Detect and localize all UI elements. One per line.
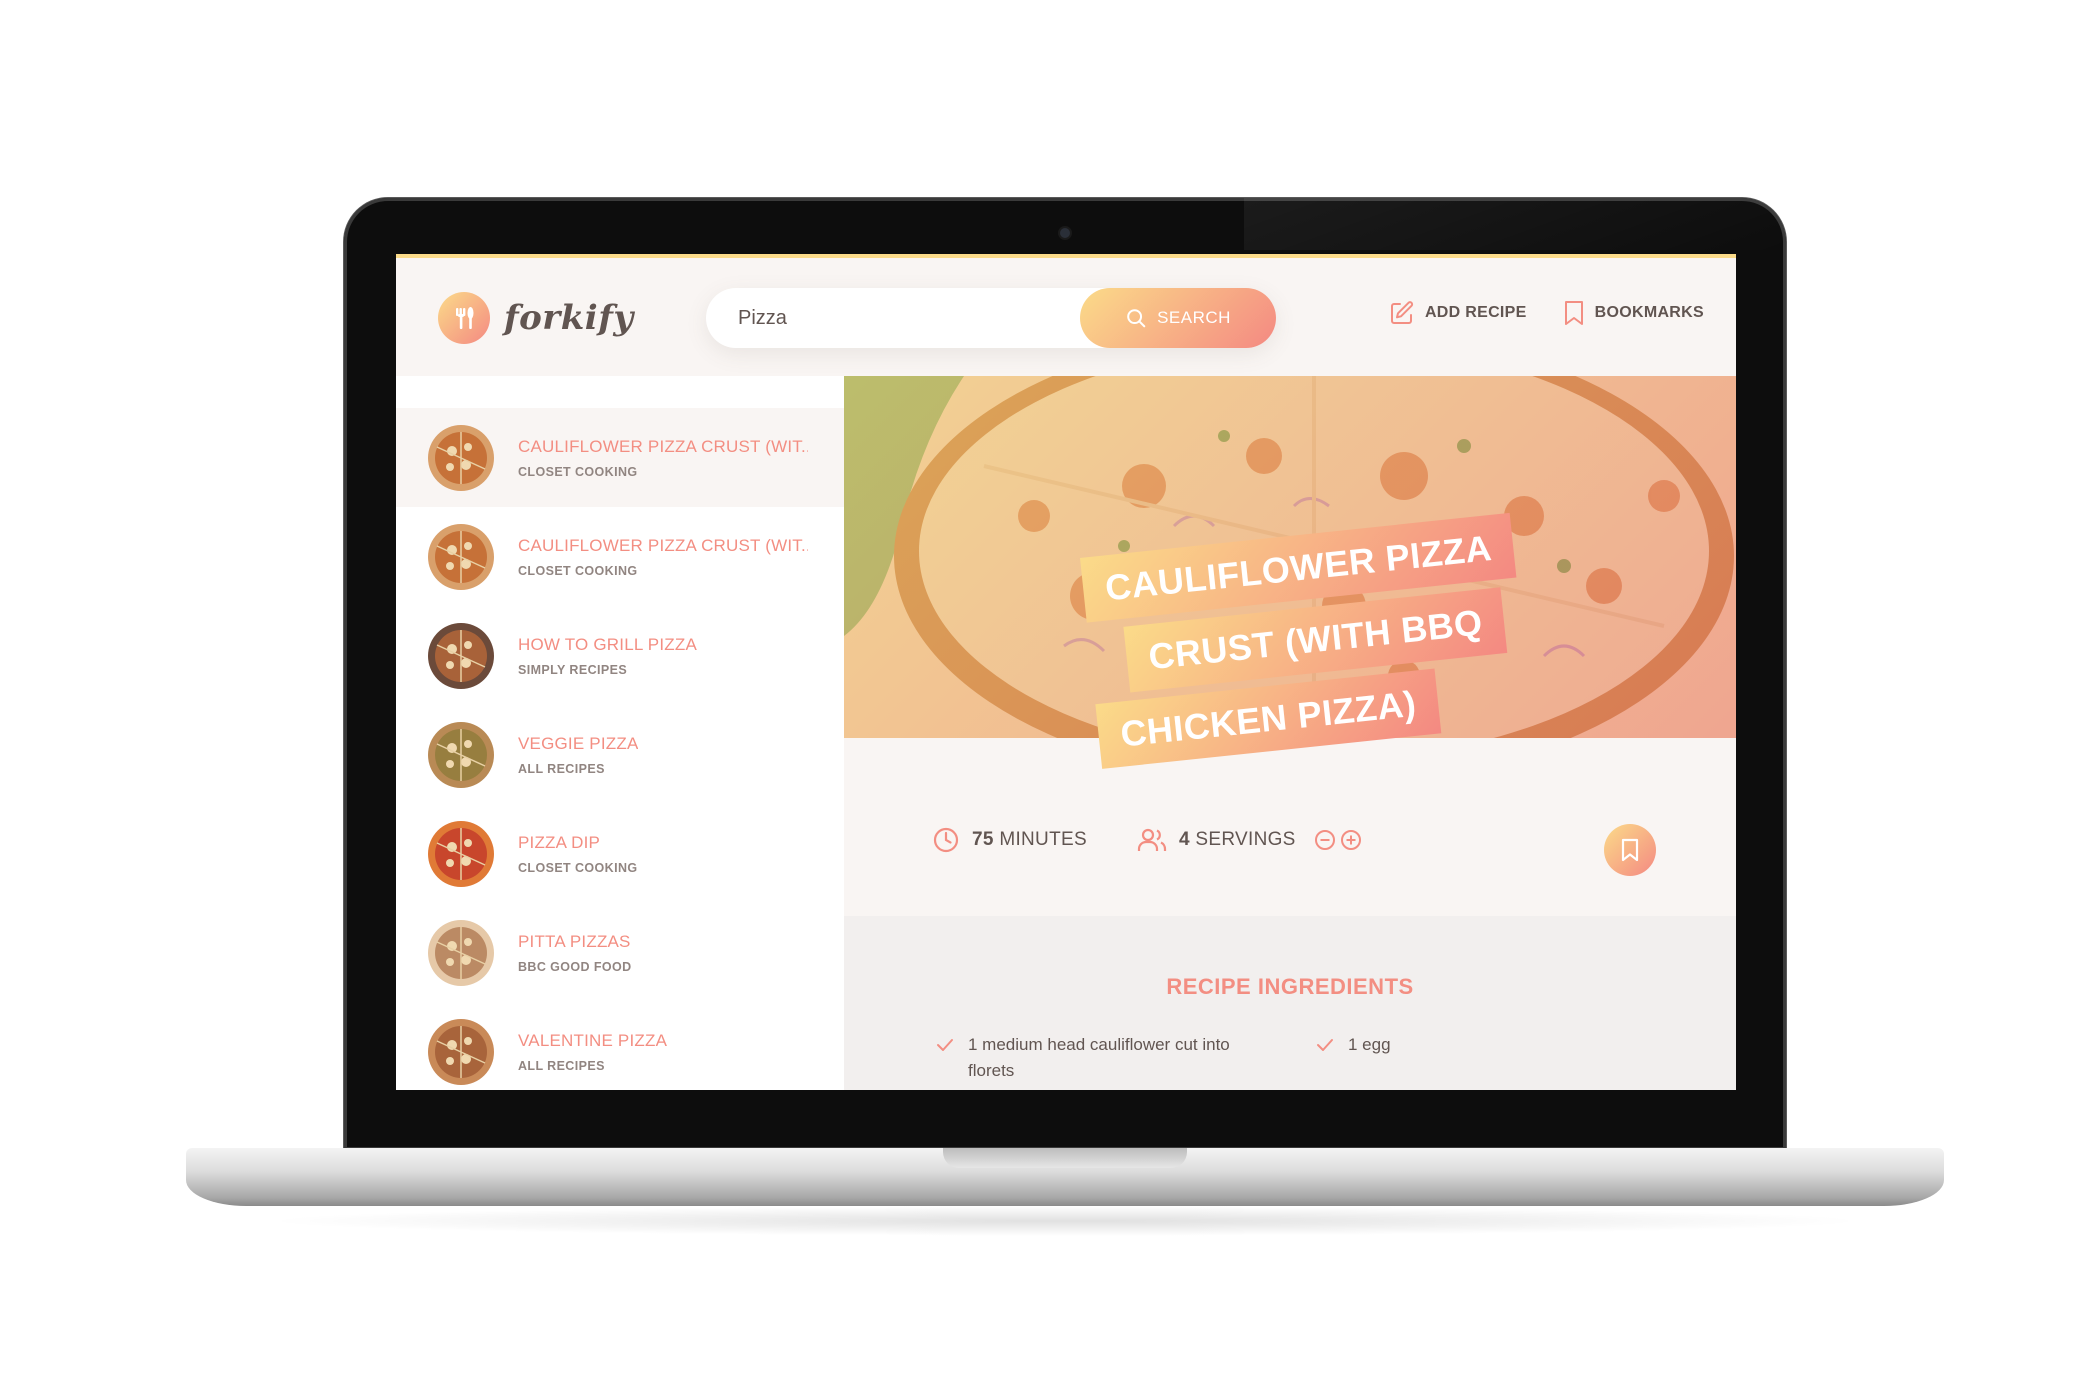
result-item[interactable]: PIZZA DIP CLOSET COOKING [396,804,844,903]
pizza-thumb-icon [428,424,494,491]
result-item[interactable]: CAULIFLOWER PIZZA CRUST (WIT... CLOSET CO… [396,507,844,606]
minutes-label: MINUTES [999,829,1087,850]
result-publisher: CLOSET COOKING [518,563,638,578]
result-title: CAULIFLOWER PIZZA CRUST (WIT... [518,436,808,456]
nav: ADD RECIPE BOOKMARKS [1389,300,1704,326]
ingredients-heading: RECIPE INGREDIENTS [1166,974,1414,999]
camera [1060,228,1070,238]
bookmark-icon [1564,301,1583,325]
servings: 4 SERVINGS [1137,826,1362,854]
result-text: CAULIFLOWER PIZZA CRUST (WIT... CLOSET CO… [518,437,808,479]
ingredients-list: 1 medium head cauliflower cut into flore… [934,1032,1654,1083]
result-item[interactable]: VALENTINE PIZZA ALL RECIPES [396,1002,844,1090]
bookmarks-label: BOOKMARKS [1594,304,1704,321]
header: forkify SEARCH ADD RECIPE [396,258,1736,376]
result-publisher: BBC GOOD FOOD [518,959,632,974]
servings-label: SERVINGS [1195,829,1296,850]
recipe-details: 75 MINUTES 4 SERVINGS [932,826,1412,854]
logo[interactable]: forkify [438,292,634,344]
result-title: VALENTINE PIZZA [518,1030,668,1050]
laptop-base [186,1148,1944,1206]
add-recipe-label: ADD RECIPE [1424,304,1527,321]
pizza-thumb-icon [428,622,494,689]
check-icon [1317,1039,1333,1051]
result-title: CAULIFLOWER PIZZA CRUST (WIT... [518,535,808,555]
result-publisher: ALL RECIPES [518,1058,605,1073]
ingredient-text: 1 medium head cauliflower cut into flore… [968,1035,1230,1080]
laptop-shadow [260,1206,1870,1236]
result-publisher: CLOSET COOKING [518,464,638,479]
result-title: PIZZA DIP [518,832,601,852]
recipe-view: CAULIFLOWER PIZZA CRUST (WITH BBQ CHICKE… [844,376,1736,1090]
result-title: HOW TO GRILL PIZZA [518,634,697,654]
laptop-notch [943,1148,1187,1168]
bookmarks-button[interactable]: BOOKMARKS [1563,300,1704,326]
result-publisher: CLOSET COOKING [518,860,638,875]
result-title: PITTA PIZZAS [518,931,631,951]
fork-knife-icon [438,292,490,344]
result-item[interactable]: CAULIFLOWER PIZZA CRUST (WIT... CLOSET CO… [396,408,844,507]
pizza-thumb-icon [428,1018,494,1085]
search-button-label: SEARCH [1157,308,1231,327]
minus-circle-icon[interactable] [1314,829,1336,851]
search-icon [1127,309,1146,328]
servings-value: 4 [1178,829,1190,850]
clock-icon [933,827,959,853]
result-text: HOW TO GRILL PIZZA SIMPLY RECIPES [518,635,697,677]
result-item[interactable]: PITTA PIZZAS BBC GOOD FOOD [396,903,844,1002]
recipe-title: CAULIFLOWER PIZZA CRUST (WITH BBQ CHICKE… [1080,512,1541,777]
pizza-thumb-icon [428,523,494,590]
result-text: VALENTINE PIZZA ALL RECIPES [518,1031,667,1073]
result-text: VEGGIE PIZZA ALL RECIPES [518,734,638,776]
pizza-thumb-icon [428,721,494,788]
app-screen: forkify SEARCH ADD RECIPE [396,254,1736,1090]
result-item[interactable]: HOW TO GRILL PIZZA SIMPLY RECIPES [396,606,844,705]
result-text: CAULIFLOWER PIZZA CRUST (WIT... CLOSET CO… [518,536,808,578]
check-icon [937,1039,953,1051]
cooking-time: 75 MINUTES [932,826,1087,854]
result-title: VEGGIE PIZZA [518,733,639,753]
pizza-thumb-icon [428,820,494,887]
result-text: PIZZA DIP CLOSET COOKING [518,833,638,875]
search-results: CAULIFLOWER PIZZA CRUST (WIT... CLOSET CO… [396,376,844,1090]
edit-icon [1390,301,1413,324]
plus-circle-icon[interactable] [1340,829,1362,851]
search-input[interactable] [738,288,1068,348]
logo-text: forkify [504,298,634,338]
ingredient-item: 1 medium head cauliflower cut into flore… [934,1032,1274,1083]
ingredient-item: 1 egg [1314,1032,1654,1083]
servings-controls [1314,829,1362,851]
result-text: PITTA PIZZAS BBC GOOD FOOD [518,932,632,974]
ingredients-section: RECIPE INGREDIENTS 1 medium head caulifl… [844,916,1736,1090]
minutes-value: 75 [972,829,994,850]
result-item[interactable]: VEGGIE PIZZA ALL RECIPES [396,705,844,804]
result-publisher: SIMPLY RECIPES [518,662,628,677]
add-recipe-button[interactable]: ADD RECIPE [1389,300,1527,326]
pizza-thumb-icon [428,919,494,986]
search-button[interactable]: SEARCH [1080,288,1276,348]
bookmark-icon [1621,838,1639,862]
ingredient-text: 1 egg [1348,1035,1391,1054]
result-publisher: ALL RECIPES [518,761,605,776]
lid-glare [1244,198,1786,250]
users-icon [1137,828,1167,851]
bookmark-recipe-button[interactable] [1604,824,1656,876]
search-bar: SEARCH [706,288,1276,348]
